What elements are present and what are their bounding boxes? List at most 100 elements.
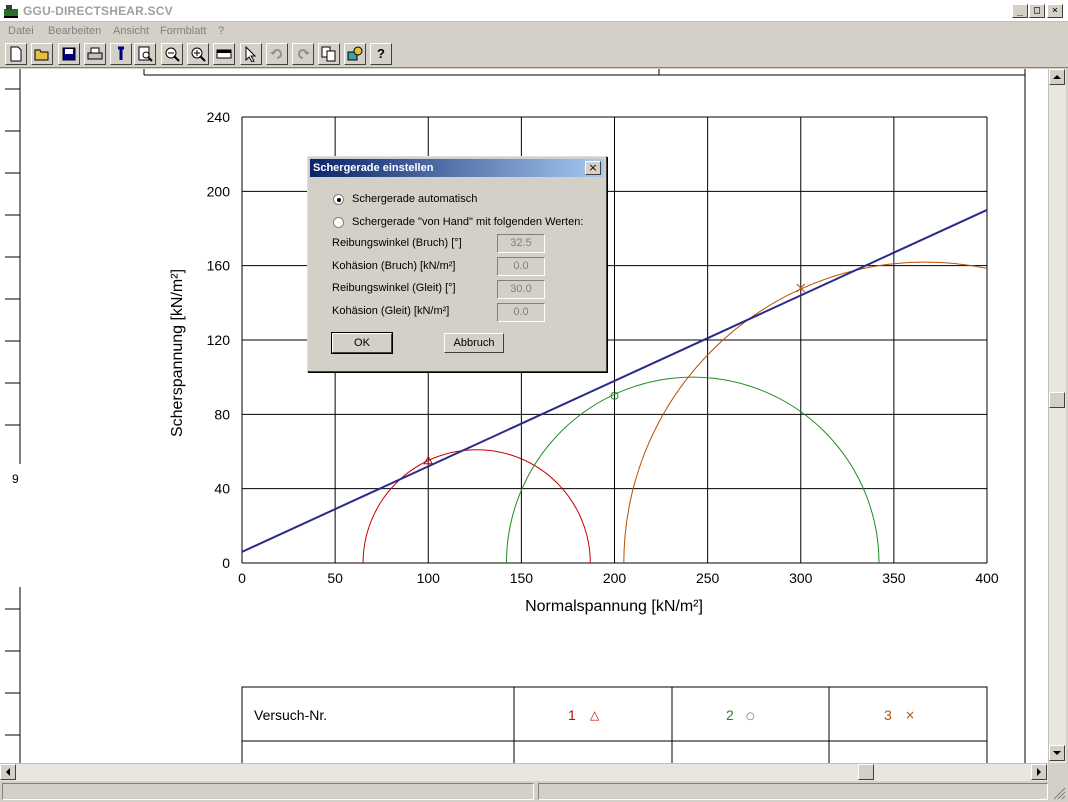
minimize-button[interactable]: _ xyxy=(1012,4,1028,18)
help-icon: ? xyxy=(377,46,385,61)
friction-angle-residual-field[interactable]: 30.0 xyxy=(497,280,545,299)
table-test-3: 3 xyxy=(884,707,892,723)
x-tick-label: 400 xyxy=(975,570,999,586)
results-table: Versuch-Nr. 1 △ 2 ○ 3 × xyxy=(241,686,988,763)
undo-button[interactable] xyxy=(266,43,288,65)
zoom-in-icon xyxy=(191,47,206,62)
x-tick-label: 0 xyxy=(238,570,246,586)
y-tick-label: 80 xyxy=(214,406,230,422)
x-tick-label: 250 xyxy=(696,570,720,586)
zoom-out-button[interactable] xyxy=(161,43,183,65)
scroll-down-button[interactable] xyxy=(1049,745,1065,761)
x-tick-label: 200 xyxy=(603,570,627,586)
x-axis-label: Normalspannung [kN/m²] xyxy=(525,598,703,615)
cohesion-residual-field[interactable]: 0.0 xyxy=(497,303,545,322)
schergerade-dialog: Schergerade einstellen × Schergerade aut… xyxy=(307,156,607,372)
arrow-up-icon xyxy=(1053,75,1061,79)
x-tick-label: 150 xyxy=(510,570,534,586)
arrow-down-icon xyxy=(1053,751,1061,755)
menu-formblatt[interactable]: Formblatt xyxy=(160,25,206,37)
table-test-3-symbol: × xyxy=(905,708,915,722)
close-button[interactable]: × xyxy=(1047,4,1063,18)
y-tick-label: 200 xyxy=(207,183,231,199)
toolbar: ? xyxy=(0,40,1068,68)
x-tick-label: 100 xyxy=(417,570,441,586)
y-tick-label: 240 xyxy=(207,109,231,125)
zoom-in-button[interactable] xyxy=(187,43,209,65)
vertical-scroll-thumb[interactable] xyxy=(1049,392,1065,408)
status-bar xyxy=(0,781,1068,802)
pointer-button[interactable] xyxy=(240,43,262,65)
table-header-versuch: Versuch-Nr. xyxy=(254,707,327,723)
cohesion-residual-label: Kohäsion (Gleit) [kN/m²] xyxy=(332,305,450,317)
cursor-icon xyxy=(245,46,257,62)
y-axis-label: Scherspannung [kN/m²] xyxy=(169,269,186,437)
radio-manual-label[interactable]: Schergerade "von Hand" mit folgenden Wer… xyxy=(352,216,583,228)
dialog-title: Schergerade einstellen xyxy=(313,162,434,174)
horizontal-scrollbar[interactable] xyxy=(0,763,1048,781)
new-file-icon xyxy=(10,46,22,62)
mohr-circle-3 xyxy=(623,262,987,563)
save-icon xyxy=(62,47,76,61)
tool-icon xyxy=(118,46,124,60)
window-title: GGU-DIRECTSHEAR.SCV xyxy=(23,4,173,18)
app-icon xyxy=(4,5,18,18)
undo-icon xyxy=(270,49,282,59)
y-tick-label: 160 xyxy=(207,258,231,274)
dialog-close-button[interactable]: × xyxy=(585,161,601,175)
shapes-button[interactable] xyxy=(344,43,366,65)
open-folder-icon xyxy=(34,49,49,61)
menu-ansicht[interactable]: Ansicht xyxy=(113,25,149,37)
vertical-scrollbar[interactable] xyxy=(1048,69,1066,763)
friction-angle-peak-field[interactable]: 32.5 xyxy=(497,234,545,253)
tool-button[interactable] xyxy=(110,43,132,65)
dialog-title-bar[interactable]: Schergerade einstellen × xyxy=(310,159,604,177)
help-button[interactable]: ? xyxy=(370,43,392,65)
scroll-right-button[interactable] xyxy=(1031,764,1047,780)
scroll-left-button[interactable] xyxy=(0,764,16,780)
table-test-1: 1 xyxy=(568,707,576,723)
table-test-1-symbol: △ xyxy=(590,708,600,722)
zoom-page-icon xyxy=(138,46,153,62)
cohesion-peak-field[interactable]: 0.0 xyxy=(497,257,545,276)
radio-auto[interactable] xyxy=(333,194,344,205)
y-tick-label: 120 xyxy=(207,332,231,348)
table-frame xyxy=(241,686,988,763)
cancel-button[interactable]: Abbruch xyxy=(444,333,504,353)
radio-auto-label[interactable]: Schergerade automatisch xyxy=(352,193,477,205)
copy-icon xyxy=(321,46,336,62)
menu-datei[interactable]: Datei xyxy=(8,25,34,37)
copy-button[interactable] xyxy=(318,43,340,65)
ok-button[interactable]: OK xyxy=(331,332,393,354)
redo-button[interactable] xyxy=(292,43,314,65)
new-file-button[interactable] xyxy=(5,43,27,65)
window-icon xyxy=(216,49,232,59)
menu-bearbeiten[interactable]: Bearbeiten xyxy=(48,25,101,37)
save-button[interactable] xyxy=(58,43,80,65)
redo-icon xyxy=(298,49,310,59)
page-side-number: 9 xyxy=(12,472,19,486)
friction-angle-peak-label: Reibungswinkel (Bruch) [°] xyxy=(332,237,462,249)
x-tick-label: 350 xyxy=(882,570,906,586)
ruler-ticks xyxy=(5,88,20,736)
shapes-icon xyxy=(347,46,363,61)
table-test-2-symbol: ○ xyxy=(746,711,755,722)
zoom-page-button[interactable] xyxy=(134,43,156,65)
menu-help[interactable]: ? xyxy=(218,25,224,37)
open-file-button[interactable] xyxy=(31,43,53,65)
horizontal-scroll-thumb[interactable] xyxy=(858,764,874,780)
status-panel-left xyxy=(2,783,534,800)
y-tick-label: 0 xyxy=(222,555,230,571)
status-panel-right xyxy=(538,783,1048,800)
radio-manual[interactable] xyxy=(333,217,344,228)
fit-window-button[interactable] xyxy=(213,43,235,65)
friction-angle-residual-label: Reibungswinkel (Gleit) [°] xyxy=(332,282,456,294)
table-test-2: 2 xyxy=(726,707,734,723)
x-tick-label: 300 xyxy=(789,570,813,586)
resize-grip-icon xyxy=(1053,787,1066,800)
mohr-circle-1 xyxy=(362,449,591,563)
cohesion-peak-label: Kohäsion (Bruch) [kN/m²] xyxy=(332,260,456,272)
scroll-up-button[interactable] xyxy=(1049,69,1065,85)
maximize-button[interactable]: □ xyxy=(1029,4,1045,18)
print-button[interactable] xyxy=(84,43,106,65)
